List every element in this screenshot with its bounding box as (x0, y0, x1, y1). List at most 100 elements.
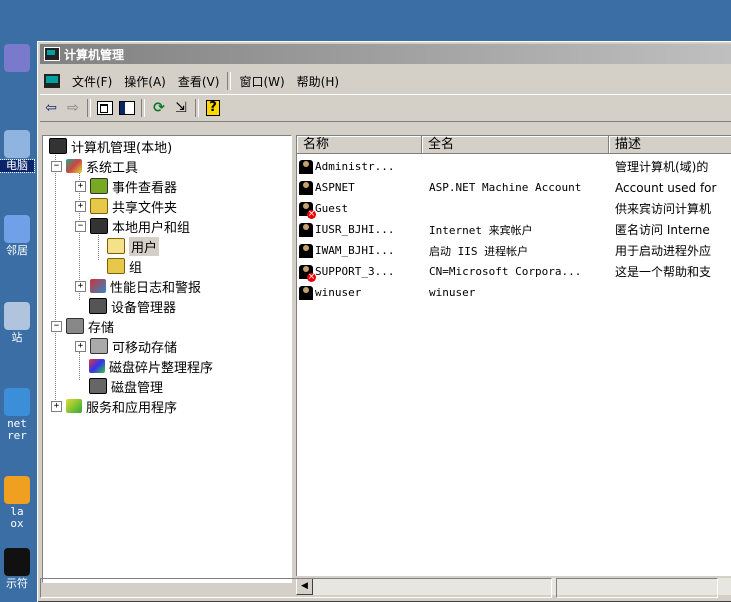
tree-node[interactable]: + 可移动存储 (75, 336, 177, 356)
tree-node-label: 计算机管理(本地) (71, 140, 173, 156)
expand-icon[interactable]: + (75, 200, 86, 212)
tree-guide-line (79, 352, 80, 380)
status-segment (40, 578, 552, 598)
forward-arrow-icon: ⇨ (67, 100, 79, 116)
user-fullname: CN=Microsoft Corpora... (429, 265, 582, 278)
user-fullname: ASP.NET Machine Account (429, 181, 582, 194)
help-icon: ? (206, 100, 220, 116)
recycle-bin-icon (4, 302, 30, 330)
desktop-icon[interactable]: 站 (0, 302, 34, 344)
tree-node[interactable]: + 服务和应用程序 (51, 396, 177, 416)
my-computer-icon (4, 130, 30, 158)
user-row[interactable]: Guest 供来宾访问计算机 (299, 198, 731, 219)
local-users-groups-icon (90, 218, 108, 234)
tree-node[interactable]: 磁盘碎片整理程序 (89, 356, 213, 376)
tree-guide-line (55, 150, 56, 406)
user-row[interactable]: SUPPORT_3... CN=Microsoft Corpora... 这是一个帮… (299, 261, 731, 282)
system-menu-icon[interactable] (44, 74, 60, 88)
user-row[interactable]: IUSR_BJHI... Internet 来宾帐户 匿名访问 Interne (299, 219, 731, 240)
command-prompt-icon (4, 548, 30, 576)
desktop-icon[interactable] (0, 44, 34, 74)
title-bar[interactable]: 计算机管理 (40, 44, 731, 64)
computer-management-icon (44, 47, 60, 61)
tree-node[interactable]: 组 (107, 256, 142, 276)
user-description: 这是一个帮助和支 (615, 265, 712, 279)
forward-button[interactable]: ⇨ (62, 98, 84, 118)
user-description: 供来宾访问计算机 (615, 202, 712, 216)
expand-icon[interactable]: + (51, 400, 62, 412)
users-folder-icon (107, 238, 125, 254)
help-button[interactable]: ? (202, 98, 224, 118)
tree-node[interactable]: 计算机管理(本地) (49, 136, 172, 156)
up-level-icon (97, 101, 113, 115)
up-one-level-button[interactable] (94, 98, 116, 118)
menu-view[interactable]: 查看(V) (172, 73, 226, 90)
refresh-button[interactable]: ⟳ (148, 98, 170, 118)
menu-separator (227, 72, 232, 90)
device-manager-icon (89, 298, 107, 314)
desktop-icon[interactable]: net rer (0, 388, 34, 442)
tree-node[interactable]: 用户 (107, 236, 160, 256)
tree-node[interactable]: − 本地用户和组 (75, 216, 190, 236)
tree-node[interactable]: − 存储 (51, 316, 114, 336)
desktop-icon-label: 电脑 (0, 159, 35, 173)
computer-management-icon (49, 138, 67, 154)
tree-node[interactable]: − 系统工具 (51, 156, 138, 176)
back-arrow-icon: ⇦ (45, 100, 57, 116)
tree-node-label: 磁盘碎片整理程序 (109, 360, 214, 376)
console-tree: 计算机管理(本地) − 系统工具 + 事件查看器 + 共享文件夹 − 本地用户和组 用户组 + 性能日… (42, 135, 292, 583)
expand-icon[interactable]: + (75, 280, 86, 292)
menu-action[interactable]: 操作(A) (118, 73, 172, 90)
collapse-icon[interactable]: − (51, 320, 62, 332)
removable-storage-icon (90, 338, 108, 354)
menu-help[interactable]: 帮助(H) (291, 73, 345, 90)
desktop-icon[interactable]: 示符 (0, 548, 34, 590)
user-description: 用于启动进程外应 (615, 244, 712, 258)
shared-folders-icon (90, 198, 108, 214)
tree-node[interactable]: 磁盘管理 (89, 376, 163, 396)
user-row[interactable]: IWAM_BJHI... 启动 IIS 进程帐户 用于启动进程外应 (299, 240, 731, 261)
tree-node-label: 服务和应用程序 (86, 400, 178, 416)
menu-window[interactable]: 窗口(W) (233, 73, 290, 90)
tree-node-label: 本地用户和组 (112, 220, 191, 236)
user-row[interactable]: winuser winuser (299, 282, 731, 303)
toolbar-separator (141, 99, 145, 117)
groups-folder-icon (107, 258, 125, 274)
network-places-icon (4, 215, 30, 243)
menu-file[interactable]: 文件(F) (66, 73, 118, 90)
collapse-icon[interactable]: − (51, 160, 62, 172)
event-viewer-icon (90, 178, 108, 194)
expand-icon[interactable]: + (75, 180, 86, 192)
user-name: ASPNET (315, 181, 355, 194)
user-name: winuser (315, 286, 362, 299)
tree-node[interactable]: + 共享文件夹 (75, 196, 177, 216)
back-button[interactable]: ⇦ (40, 98, 62, 118)
column-header-description[interactable]: 描述 (609, 136, 731, 154)
expand-icon[interactable]: + (75, 340, 86, 352)
tree-node[interactable]: + 事件查看器 (75, 176, 177, 196)
tree-node[interactable]: + 性能日志和警报 (75, 276, 201, 296)
export-list-button[interactable]: ⇲ (170, 98, 192, 118)
desktop-icon-label: 示符 (6, 577, 28, 590)
collapse-icon[interactable]: − (75, 220, 86, 232)
user-row[interactable]: ASPNET ASP.NET Machine Account Account use… (299, 177, 731, 198)
column-header-name[interactable]: 名称 (297, 136, 422, 154)
tree-node[interactable]: 设备管理器 (89, 296, 176, 316)
status-bar (40, 578, 731, 598)
performance-logs-icon (90, 279, 106, 293)
show-hide-tree-button[interactable] (116, 98, 138, 118)
desktop-icon[interactable]: 邻居 (0, 215, 34, 257)
user-name: IWAM_BJHI... (315, 244, 395, 257)
toolbar: ⇦ ⇨ ⟳ ⇲ ? (40, 94, 731, 122)
disk-management-icon (89, 378, 107, 394)
user-row[interactable]: Administr... 管理计算机(域)的 (299, 156, 731, 177)
column-header-fullname[interactable]: 全名 (422, 136, 609, 154)
desktop-icon[interactable]: 电脑 (0, 130, 35, 173)
tree-node-label: 设备管理器 (111, 300, 177, 316)
user-icon (299, 285, 313, 300)
user-description: 匿名访问 Interne (615, 223, 710, 237)
desktop-icon-label: la ox (10, 505, 24, 530)
user-description: Account used for (615, 180, 717, 195)
desktop-icon[interactable]: la ox (0, 476, 34, 530)
system-tools-icon (66, 159, 82, 173)
